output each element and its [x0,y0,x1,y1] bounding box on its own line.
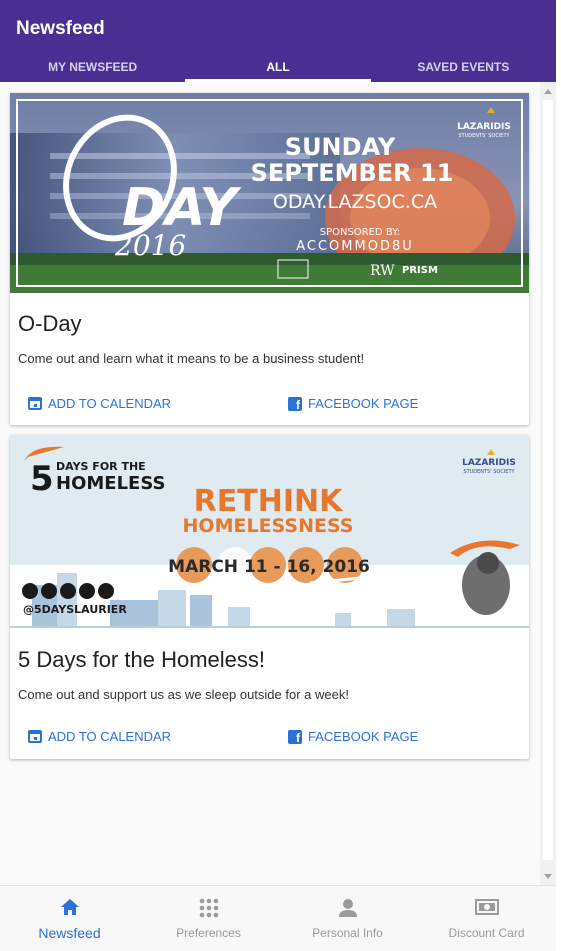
feed-scrollbar[interactable] [540,82,556,885]
event-title: O-Day [18,311,82,336]
facebook-icon: f [288,396,302,412]
facebook-page-label: FACEBOOK PAGE [308,729,419,744]
scroll-down-arrow-icon[interactable] [544,874,552,879]
app-bar: Newsfeed MY NEWSFEED ALL SAVED EVENTS [0,0,556,82]
banner-date-line1: SUNDAY [285,133,396,161]
nav-item-preferences[interactable]: Preferences [139,886,278,951]
banner-org-name: LAZARIDIS [457,122,511,132]
event-banner-image[interactable]: 5 DAYS FOR THE HOMELESS RETHINK HOMELESS… [10,435,529,635]
banner-sponsor-prism: PRISM [402,265,438,276]
facebook-icon: f [288,729,302,745]
banner-homeless: HOMELESS [56,473,165,494]
facebook-page-button[interactable]: f FACEBOOK PAGE [288,729,419,745]
event-description: Come out and support us as we sleep outs… [18,687,349,702]
tab-my-newsfeed[interactable]: MY NEWSFEED [0,55,185,82]
add-to-calendar-label: ADD TO CALENDAR [48,396,172,411]
banner-sponsor-main: ACCOMMOD8U [296,239,414,254]
nav-label-discount-card: Discount Card [448,926,525,940]
page-title: Newsfeed [16,18,105,39]
calendar-icon [28,730,42,743]
event-title: 5 Days for the Homeless! [18,647,265,672]
banner-year-text: 2016 [114,229,186,262]
event-card: 5 DAYS FOR THE HOMELESS RETHINK HOMELESS… [10,435,529,759]
add-to-calendar-button[interactable]: ADD TO CALENDAR [28,396,171,411]
tab-all[interactable]: ALL [185,55,371,82]
person-icon [338,899,357,917]
facebook-page-button[interactable]: f FACEBOOK PAGE [288,396,419,412]
oday-banner-graphic: DAY 2016 SUNDAY SEPTEMBER 11 ODAY.LAZSOC… [10,93,529,293]
banner-homelessness: HOMELESSNESS [183,515,354,537]
banner-sponsored-by: SPONSORED BY: [320,227,401,238]
calendar-icon [28,397,42,410]
banner-number-5: 5 [30,459,54,499]
banner-org-sub: STUDENTS' SOCIETY [463,469,515,475]
nav-label-personal-info: Personal Info [312,926,383,940]
banner-sponsor-rw: RW [370,263,395,279]
banner-date-line2: SEPTEMBER 11 [251,159,454,187]
nav-item-discount-card[interactable]: Discount Card [417,886,556,951]
banner-org-sub: STUDENTS' SOCIETY [458,133,510,139]
nav-label-preferences: Preferences [176,926,241,940]
event-banner-image[interactable]: DAY 2016 SUNDAY SEPTEMBER 11 ODAY.LAZSOC… [10,93,529,293]
money-card-icon [474,899,499,915]
nav-item-personal-info[interactable]: Personal Info [278,886,417,951]
app-window: Newsfeed MY NEWSFEED ALL SAVED EVENTS DA… [0,0,556,951]
nav-label-newsfeed: Newsfeed [38,925,101,941]
banner-days-for-the: DAYS FOR THE [56,460,146,473]
scrollbar-thumb[interactable] [543,100,553,860]
add-to-calendar-label: ADD TO CALENDAR [48,729,172,744]
homeless-banner-graphic: 5 DAYS FOR THE HOMELESS RETHINK HOMELESS… [10,435,529,635]
grid-icon [199,898,218,918]
banner-rethink: RETHINK [194,484,344,519]
nav-item-newsfeed[interactable]: Newsfeed [0,886,139,951]
banner-dates: MARCH 11 - 16, 2016 [168,557,370,577]
banner-org-name: LAZARIDIS [462,458,516,468]
facebook-page-label: FACEBOOK PAGE [308,396,419,411]
tab-bar: MY NEWSFEED ALL SAVED EVENTS [0,55,556,82]
feed-list: DAY 2016 SUNDAY SEPTEMBER 11 ODAY.LAZSOC… [0,82,540,885]
add-to-calendar-button[interactable]: ADD TO CALENDAR [28,729,171,744]
event-card: DAY 2016 SUNDAY SEPTEMBER 11 ODAY.LAZSOC… [10,93,529,425]
banner-url: ODAY.LAZSOC.CA [273,191,437,213]
tab-saved-events[interactable]: SAVED EVENTS [371,55,556,82]
event-description: Come out and learn what it means to be a… [18,351,365,366]
banner-handle: @5DAYSLAURIER [23,603,127,616]
home-icon [60,899,79,915]
scroll-up-arrow-icon[interactable] [544,89,552,94]
bottom-navigation: Newsfeed Preferences Personal Info Disco… [0,885,556,951]
